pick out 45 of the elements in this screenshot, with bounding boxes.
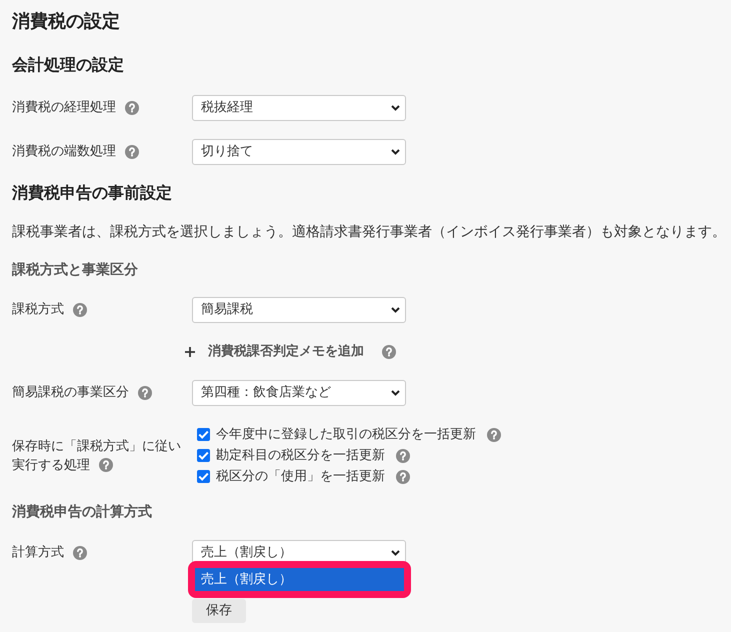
- checkbox-label[interactable]: 今年度中に登録した取引の税区分を一括更新: [216, 424, 476, 444]
- chevron-down-icon: [391, 149, 400, 155]
- help-icon[interactable]: [396, 470, 410, 484]
- checkbox[interactable]: [197, 428, 210, 441]
- checkmark-icon: [198, 451, 209, 460]
- field-label: 保存時に「課税方式」に従い: [12, 438, 181, 456]
- chevron-down-icon: [391, 550, 400, 556]
- save-button[interactable]: 保存: [192, 599, 246, 623]
- field-label: 消費税の端数処理: [12, 143, 116, 162]
- chevron-down-icon: [391, 307, 400, 313]
- field-label: 消費税の経理処理: [12, 99, 116, 118]
- plus-icon: [185, 347, 195, 357]
- page-title: 消費税の設定: [12, 10, 120, 34]
- select-field[interactable]: 税抜経理: [192, 95, 406, 121]
- select-field[interactable]: 簡易課税: [192, 297, 406, 323]
- checkbox-label[interactable]: 税区分の「使用」を一括更新: [216, 466, 385, 486]
- info-text: 課税事業者は、課税方式を選択しましょう。適格請求書発行事業者（インボイス発行事業者）も対象となります。: [12, 223, 726, 242]
- add-memo-link[interactable]: 消費税課否判定メモを追加: [185, 342, 364, 362]
- section-heading: 消費税申告の事前設定: [12, 182, 172, 204]
- field-label: 計算方式: [12, 544, 64, 562]
- help-icon[interactable]: [125, 145, 139, 159]
- help-icon[interactable]: [99, 458, 113, 472]
- subsection-heading: 課税方式と事業区分: [12, 260, 138, 280]
- help-icon[interactable]: [125, 101, 139, 115]
- checkbox[interactable]: [197, 470, 210, 483]
- chevron-down-icon: [391, 105, 400, 111]
- checkbox[interactable]: [197, 449, 210, 462]
- help-icon[interactable]: [73, 303, 87, 317]
- dropdown-option[interactable]: 売上（割戻し）: [195, 568, 404, 591]
- checkmark-icon: [198, 430, 209, 439]
- select-field[interactable]: 第四種：飲食店業など: [192, 380, 406, 406]
- select-field[interactable]: 切り捨て: [192, 139, 406, 165]
- field-label: 課税方式: [12, 301, 64, 320]
- chevron-down-icon: [391, 390, 400, 396]
- help-icon[interactable]: [487, 428, 501, 442]
- field-label: 実行する処理: [12, 456, 90, 474]
- help-icon[interactable]: [382, 345, 396, 359]
- help-icon[interactable]: [73, 546, 87, 560]
- checkmark-icon: [198, 472, 209, 481]
- subsection-heading: 消費税申告の計算方式: [12, 502, 152, 522]
- section-heading: 会計処理の設定: [12, 54, 124, 76]
- help-icon[interactable]: [138, 386, 152, 400]
- checkbox-label[interactable]: 勘定科目の税区分を一括更新: [216, 446, 385, 466]
- help-icon[interactable]: [396, 448, 410, 462]
- field-label: 簡易課税の事業区分: [12, 384, 129, 402]
